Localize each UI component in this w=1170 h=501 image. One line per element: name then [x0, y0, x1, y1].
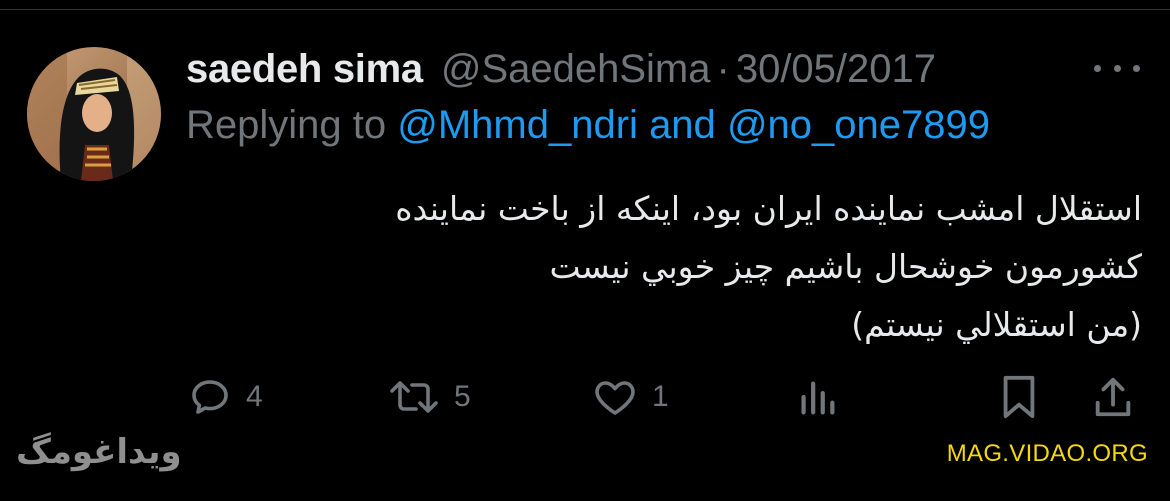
reply-and: and	[649, 103, 716, 147]
tweet-date[interactable]: 30/05/2017	[736, 47, 936, 92]
action-bar: 4 5 1	[0, 372, 1170, 422]
reply-button[interactable]: 4	[186, 372, 263, 422]
replying-prefix: Replying to	[186, 103, 387, 147]
views-button[interactable]	[794, 372, 840, 422]
more-horizontal-icon-dot	[1094, 64, 1101, 72]
user-handle[interactable]: @SaedehSima	[441, 47, 711, 92]
share-button[interactable]	[1090, 372, 1136, 422]
watermark-right: MAG.VIDAO.ORG	[946, 440, 1148, 467]
like-button[interactable]: 1	[590, 372, 669, 422]
retweet-button[interactable]: 5	[386, 372, 471, 422]
reply-mention-2[interactable]: @no_one7899	[727, 103, 990, 147]
avatar-image	[27, 47, 161, 181]
heart-icon	[595, 381, 635, 415]
reply-count: 4	[246, 380, 263, 413]
tweet-text: استقلال امشب نماينده ايران بود، اینکه از…	[182, 180, 1142, 354]
tweet-text-line: (من استقلالي نيستم)	[851, 305, 1142, 344]
retweet-icon	[390, 381, 438, 413]
more-options-button[interactable]	[1094, 56, 1140, 80]
retweet-count: 5	[454, 380, 471, 413]
separator-dot: ·	[716, 46, 730, 91]
tweet[interactable]: saedeh sima @SaedehSima · 30/05/2017 Rep…	[0, 0, 1170, 501]
tweet-header: saedeh sima @SaedehSima · 30/05/2017	[186, 44, 936, 94]
tweet-text-line: استقلال امشب نماينده ايران بود، اینکه از…	[395, 189, 1142, 228]
more-horizontal-icon-dot	[1133, 64, 1140, 72]
display-name[interactable]: saedeh sima	[186, 47, 423, 92]
reply-mention-1[interactable]: @Mhmd_ndri	[397, 103, 638, 147]
bookmark-button[interactable]	[996, 372, 1042, 422]
share-icon	[1095, 377, 1131, 417]
more-horizontal-icon-dot	[1113, 64, 1121, 72]
watermark-left: ويداغومگ	[16, 432, 182, 472]
replying-to-line: Replying to @Mhmd_ndri and @no_one7899	[186, 103, 990, 148]
avatar[interactable]	[27, 47, 161, 181]
like-count: 1	[652, 380, 669, 413]
analytics-icon	[801, 381, 835, 415]
tweet-text-line: كشورمون خوشحال باشيم چيز خوبي نيست	[549, 247, 1142, 286]
bookmark-icon	[1003, 375, 1035, 419]
reply-icon	[192, 380, 228, 414]
